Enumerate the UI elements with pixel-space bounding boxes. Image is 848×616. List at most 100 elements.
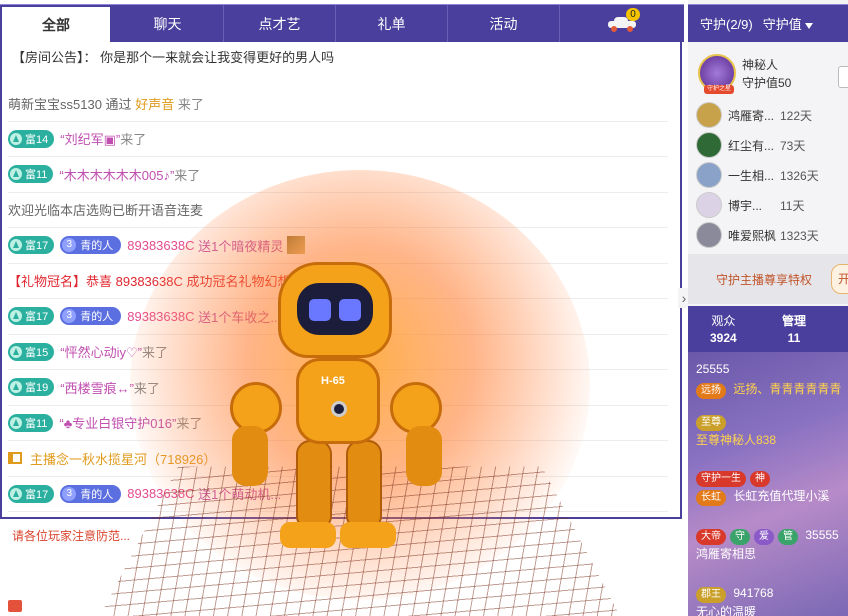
chat-message: 富15 “怦然心动iy♡” 来了: [8, 335, 668, 370]
tab-gift-list[interactable]: 礼单: [336, 5, 448, 42]
guard-mini-badge: 守: [730, 529, 750, 545]
admin-mini-badge: 管: [778, 529, 798, 545]
rich-badge: 富19: [8, 378, 55, 397]
broadcast-text[interactable]: 主播念一秋水揽星河（718926）: [30, 449, 216, 468]
level-badge: 3 青的人: [60, 307, 122, 326]
crown-prefix: 【礼物冠名】: [8, 274, 87, 290]
rich-level-icon: [10, 487, 22, 500]
audience-row[interactable]: 远扬 远扬、青青青青青青: [696, 380, 841, 399]
chat-panel: 全部 聊天 点才艺 礼单 活动 0 【房间公告】： 你是那个一来就会让我变得更好…: [0, 0, 688, 616]
guard-sort[interactable]: 守护值: [763, 14, 813, 33]
tab-talent[interactable]: 点才艺: [224, 5, 336, 42]
audience-row[interactable]: 大帝守爱管 35555 鸿雁寄相思: [696, 528, 839, 562]
room-notice: 【房间公告】： 你是那个一来就会让我变得更好的男人吗: [12, 47, 334, 66]
guard-row[interactable]: 一生相... 1326天: [696, 160, 848, 190]
tab-chat[interactable]: 聊天: [112, 5, 224, 42]
guard-name: 博宇...: [728, 198, 763, 213]
guard-name: 鸿雁寄...: [728, 108, 775, 123]
robot-right-foot: [340, 522, 396, 548]
chat-suffix: 来了: [120, 132, 147, 148]
rich-badge: 富17: [8, 236, 55, 255]
guard-title[interactable]: 守护(2/9): [700, 14, 753, 33]
guard-days: 73天: [780, 138, 806, 153]
chat-message: 【礼物冠名】 恭喜 89383638C 成功冠名礼物幻想魔...: [8, 264, 668, 299]
guard-header: 守护(2/9) 守护值: [688, 4, 848, 42]
avatar: 守护之星: [698, 54, 736, 94]
top-guard-name: 神秘人: [742, 58, 779, 72]
guard-name: 红尘有...: [728, 138, 775, 153]
audience-name: 无心的温暖: [696, 605, 757, 616]
chat-user[interactable]: 89383638C: [127, 486, 194, 501]
guard-row[interactable]: 唯爱熙枫 1323天: [696, 220, 848, 250]
chat-user[interactable]: “怦然心动iy♡”: [60, 342, 142, 361]
guard-row[interactable]: 鸿雁寄... 122天: [696, 100, 848, 130]
tab-audience[interactable]: 观众 3924: [710, 312, 737, 345]
chat-message: 富17 3 青的人 89383638C 送1个萌动机...: [8, 477, 668, 512]
rank-badge: 至尊: [696, 415, 726, 431]
rich-level-icon: [10, 132, 22, 145]
audience-count: 3924: [710, 331, 737, 345]
guard-row[interactable]: 红尘有... 73天: [696, 130, 848, 160]
guard-row[interactable]: 博宇... 11天: [696, 190, 848, 220]
notice-label: 【房间公告】：: [12, 50, 97, 65]
audience-list: 25555 远扬 远扬、青青青青青青 至尊 至尊神秘人838 守护一生神 长虹 …: [688, 352, 848, 616]
chat-message: 欢迎光临本店选购已断开语音连麦: [8, 193, 668, 228]
guard-name: 一生相...: [728, 168, 775, 183]
notice-text: 你是那个一来就会让我变得更好的男人吗: [100, 50, 335, 65]
tab-admins[interactable]: 管理 11: [782, 312, 806, 345]
chat-tabs: 全部 聊天 点才艺 礼单 活动 0: [0, 4, 684, 42]
chat-via: 通过: [105, 96, 132, 112]
caret-down-icon: [804, 22, 813, 29]
top-guard[interactable]: 守护之星 神秘人 守护值50: [688, 50, 848, 96]
chat-user[interactable]: “西楼雪痕↔”: [60, 378, 134, 397]
horn-icon: [8, 452, 22, 465]
god-badge: 神: [750, 471, 770, 487]
guard-privilege-bar: 守护主播尊享特权 开: [688, 254, 848, 304]
chat-suffix: 来了: [176, 416, 203, 432]
chat-message: 主播念一秋水揽星河（718926）: [8, 441, 668, 477]
audience-row[interactable]: 守护一生神 长虹 长虹充值代理小溪: [696, 470, 829, 506]
audience-name: 鸿雁寄相思: [696, 547, 757, 561]
guard-badge: 守护一生: [696, 471, 746, 487]
tab-activity[interactable]: 活动: [448, 5, 560, 42]
chat-message: 富19 “西楼雪痕↔” 来了: [8, 370, 668, 406]
side-panel: 守护(2/9) 守护值 守护之星 神秘人 守护值50 鸿雁寄... 122天 红…: [688, 0, 848, 616]
avatar: [696, 192, 722, 218]
audience-row[interactable]: 郡王 941768 无心的温暖: [696, 586, 773, 616]
tab-all[interactable]: 全部: [0, 5, 112, 42]
open-guard-button[interactable]: 开: [831, 264, 848, 294]
top-guard-value: 守护值50: [742, 76, 792, 90]
love-mini-badge: 爱: [754, 529, 774, 545]
sound-icon[interactable]: [8, 600, 22, 612]
audience-name: 长虹充值代理小溪: [733, 489, 830, 503]
chat-via-name[interactable]: 好声音: [135, 94, 174, 113]
rank-badge: 郡王: [696, 587, 726, 603]
rich-level-icon: [10, 381, 22, 394]
chat-suffix: 来了: [141, 345, 168, 361]
chat-user[interactable]: 89383638C: [127, 238, 194, 253]
gift-icon: [287, 236, 306, 255]
rich-level-icon: [10, 310, 22, 323]
crown-text: 恭喜 89383638C 成功冠名礼物幻想魔...: [86, 274, 315, 290]
security-warning: 请各位玩家注意防范...: [12, 529, 131, 543]
chat-message: 富11 “木木木木木木005♪” 来了: [8, 157, 668, 193]
expand-button[interactable]: [838, 66, 848, 88]
chat-message: 富14 “刘纪军▣” 来了: [8, 122, 668, 157]
audience-row[interactable]: 25555: [696, 362, 729, 376]
audience-id: 941768: [733, 586, 774, 600]
rich-badge: 富11: [8, 413, 54, 432]
level-badge: 3 青的人: [60, 236, 122, 255]
chat-user[interactable]: “刘纪军▣”: [60, 129, 120, 148]
chat-user[interactable]: 89383638C: [127, 309, 194, 324]
avatar: [696, 132, 722, 158]
audience-row[interactable]: 至尊 至尊神秘人838: [696, 414, 776, 448]
rank-badge: 大帝: [696, 529, 726, 545]
chat-user[interactable]: “木木木木木木005♪”: [59, 165, 174, 184]
audience-id: 25555: [696, 362, 730, 376]
rich-level-icon: [10, 168, 22, 181]
tab-car[interactable]: 0: [560, 5, 684, 42]
guard-days: 1326天: [780, 168, 819, 183]
chat-user[interactable]: 萌新宝宝ss5130: [8, 94, 102, 113]
privilege-text[interactable]: 守护主播尊享特权: [716, 271, 812, 288]
chat-user[interactable]: “♣专业白银守护016”: [59, 413, 176, 432]
